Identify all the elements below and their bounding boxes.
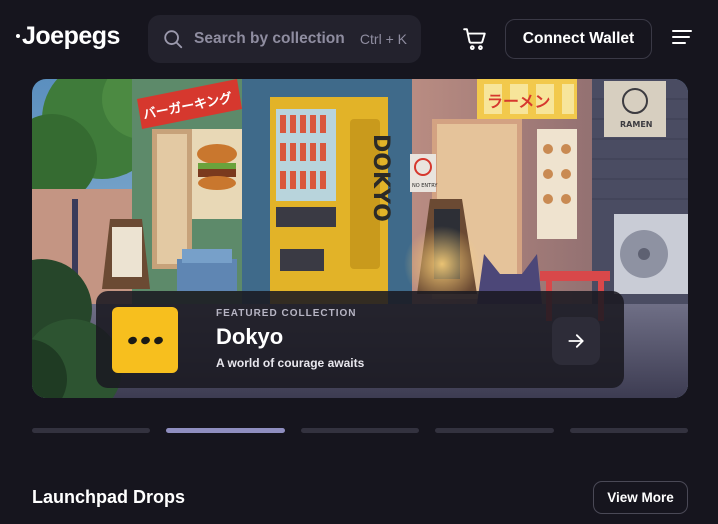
- featured-collection-description: A world of courage awaits: [216, 356, 365, 370]
- vending-brand-text: DOKYO: [368, 134, 393, 222]
- carousel-indicators: [32, 428, 688, 434]
- cart-icon[interactable]: [462, 26, 488, 52]
- featured-collection-card[interactable]: FEATURED COLLECTION Dokyo A world of cou…: [96, 291, 624, 388]
- featured-collection-label: FEATURED COLLECTION: [216, 308, 357, 319]
- carousel-indicator-3[interactable]: [300, 428, 420, 433]
- featured-collection-name: Dokyo: [216, 324, 284, 349]
- view-more-button[interactable]: View More: [593, 481, 688, 514]
- logo-dot: [16, 34, 20, 38]
- top-navigation-bar: Joepegs Ctrl + K Connect Wallet: [0, 0, 718, 78]
- carousel-indicator-5[interactable]: [569, 428, 688, 433]
- featured-open-button[interactable]: [552, 317, 600, 365]
- search-input[interactable]: [194, 30, 344, 48]
- search-shortcut-hint: Ctrl + K: [359, 31, 407, 47]
- joepegs-logo[interactable]: Joepegs: [16, 22, 120, 51]
- no-entry-sign: NO ENTRY: [412, 183, 438, 189]
- featured-text-block: FEATURED COLLECTION Dokyo A world of cou…: [216, 308, 364, 370]
- search-bar[interactable]: Ctrl + K: [148, 15, 421, 63]
- featured-banner[interactable]: バーガーキング DOKYO ラーメン NO ENTRY RAMEN FEATUR…: [32, 79, 688, 398]
- launchpad-drops-title: Launchpad Drops: [32, 487, 186, 507]
- ramen-sign: ラーメン: [487, 92, 550, 111]
- carousel-indicator-2[interactable]: [166, 428, 285, 433]
- dokyo-collection-logo: [112, 307, 178, 373]
- carousel-indicator-1[interactable]: [32, 428, 151, 433]
- logo-text: Joepegs: [22, 22, 120, 50]
- arrow-right-icon: [568, 334, 584, 348]
- menu-icon[interactable]: [672, 30, 692, 48]
- search-icon: [164, 30, 183, 49]
- connect-wallet-button[interactable]: Connect Wallet: [505, 19, 652, 59]
- carousel-indicator-4[interactable]: [435, 428, 554, 433]
- ramen-logo-text: RAMEN: [620, 120, 652, 129]
